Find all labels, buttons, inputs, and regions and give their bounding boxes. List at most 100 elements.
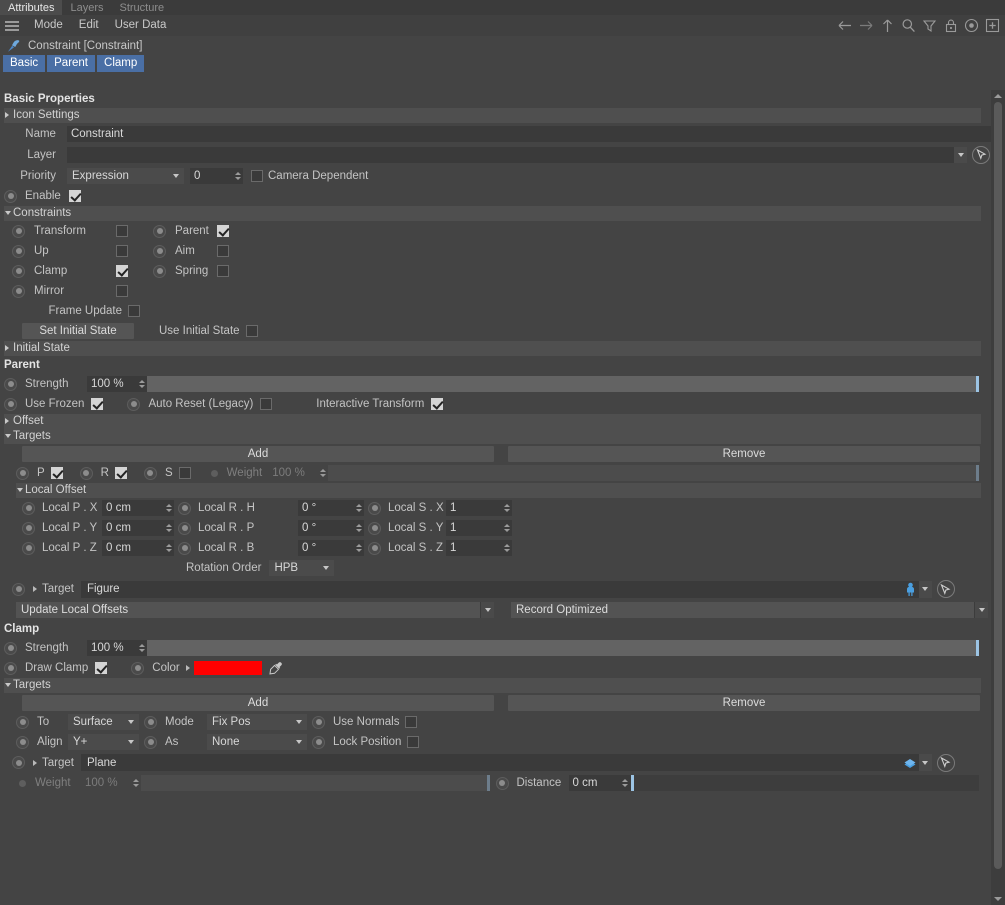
local-sy-input[interactable]: 1 (446, 520, 512, 536)
clamp-distance-slider[interactable] (630, 775, 979, 791)
clamp-as-select[interactable]: None (207, 734, 307, 750)
clamp-distance-input[interactable]: 0 cm (568, 775, 631, 791)
lock-icon[interactable] (942, 17, 959, 34)
update-local-offsets-combo[interactable]: Update Local Offsets (16, 602, 494, 618)
local-pz-spinner[interactable] (163, 540, 174, 556)
use-initial-state-checkbox[interactable] (245, 325, 258, 337)
parent-target-pick-button[interactable] (936, 580, 955, 598)
clamp-distance-spinner[interactable] (620, 775, 631, 791)
local-rb-anim-bullet[interactable] (178, 541, 191, 555)
tab-parent[interactable]: Parent (47, 55, 96, 72)
clamp-weight-anim-bullet[interactable] (18, 779, 27, 788)
constraint-spring-checkbox[interactable] (217, 265, 229, 277)
local-pz-input[interactable]: 0 cm (102, 540, 174, 556)
parent-add-target-button[interactable]: Add (22, 445, 494, 462)
constraint-aim-checkbox[interactable] (217, 245, 229, 257)
group-icon-settings[interactable]: Icon Settings (4, 108, 981, 123)
clamp-as-anim-bullet[interactable] (144, 735, 157, 749)
arrow-left-icon[interactable] (837, 17, 854, 34)
vertical-scrollbar[interactable] (991, 90, 1005, 905)
clamp-target-link-field[interactable]: Plane (80, 754, 932, 771)
group-parent-targets[interactable]: Targets (4, 429, 981, 444)
use-normals-checkbox[interactable] (405, 716, 418, 728)
constraint-clamp-checkbox[interactable] (116, 265, 128, 277)
update-local-offsets-chevron-icon[interactable] (480, 602, 494, 618)
up-anim-bullet[interactable] (12, 244, 25, 258)
menu-item-edit[interactable]: Edit (71, 15, 107, 36)
filter-icon[interactable] (921, 17, 938, 34)
target-icon[interactable] (963, 17, 980, 34)
layer-input[interactable] (67, 146, 954, 163)
clamp-target-pick-button[interactable] (936, 753, 955, 772)
layer-dropdown-chevron-icon[interactable] (954, 146, 967, 163)
clamp-distance-anim-bullet[interactable] (495, 776, 509, 790)
local-px-anim-bullet[interactable] (22, 501, 35, 515)
clamp-anim-bullet[interactable] (12, 264, 25, 278)
scrollbar-track[interactable] (994, 102, 1002, 893)
window-tab-layers[interactable]: Layers (62, 0, 111, 15)
tab-basic[interactable]: Basic (3, 55, 46, 72)
parent-p-checkbox[interactable] (50, 467, 63, 479)
spring-anim-bullet[interactable] (153, 264, 166, 278)
parent-target-link-field[interactable]: Figure (80, 580, 932, 598)
add-box-icon[interactable] (984, 17, 1001, 34)
set-initial-state-button[interactable]: Set Initial State (22, 323, 134, 339)
clamp-target-dropdown-chevron-icon[interactable] (918, 754, 932, 771)
priority-number-input[interactable]: 0 (190, 167, 243, 184)
aim-anim-bullet[interactable] (153, 244, 166, 258)
constraint-mirror-checkbox[interactable] (116, 285, 128, 297)
constraint-up-checkbox[interactable] (116, 245, 128, 257)
local-py-spinner[interactable] (163, 520, 174, 536)
parent-strength-spinner[interactable] (136, 376, 147, 392)
local-sy-anim-bullet[interactable] (368, 521, 381, 535)
parent-target-anim-bullet[interactable] (12, 582, 25, 596)
parent-anim-bullet[interactable] (153, 224, 166, 238)
record-optimized-chevron-icon[interactable] (974, 602, 988, 618)
parent-weight-input[interactable]: 100 % (268, 465, 329, 481)
local-rb-input[interactable]: 0 ° (298, 540, 364, 556)
rotation-order-select[interactable]: HPB (269, 560, 335, 576)
use-normals-anim-bullet[interactable] (312, 715, 325, 729)
parent-target-dropdown-chevron-icon[interactable] (918, 580, 932, 598)
p-anim-bullet[interactable] (16, 466, 29, 480)
r-anim-bullet[interactable] (79, 466, 93, 480)
tab-clamp[interactable]: Clamp (97, 55, 145, 72)
clamp-strength-spinner[interactable] (136, 640, 147, 656)
local-px-input[interactable]: 0 cm (102, 500, 174, 516)
window-tab-attributes[interactable]: Attributes (0, 0, 63, 15)
clamp-weight-input[interactable]: 100 % (81, 775, 141, 791)
priority-number-spinner[interactable] (232, 168, 243, 184)
lock-position-anim-bullet[interactable] (312, 735, 325, 749)
mirror-anim-bullet[interactable] (12, 284, 25, 298)
clamp-weight-spinner[interactable] (130, 775, 141, 791)
layer-pick-button[interactable] (972, 145, 990, 164)
parent-r-checkbox[interactable] (114, 467, 127, 479)
local-rp-spinner[interactable] (353, 520, 364, 536)
clamp-to-select[interactable]: Surface (68, 714, 139, 730)
name-input[interactable]: Constraint (66, 125, 991, 142)
menu-item-user-data[interactable]: User Data (107, 15, 175, 36)
group-initial-state[interactable]: Initial State (4, 341, 981, 356)
clamp-add-target-button[interactable]: Add (22, 694, 494, 711)
clamp-strength-anim-bullet[interactable] (4, 641, 17, 655)
local-px-spinner[interactable] (163, 500, 174, 516)
weight-anim-bullet[interactable] (210, 469, 219, 478)
scroll-up-arrow-icon[interactable] (991, 90, 1005, 102)
local-sy-spinner[interactable] (501, 520, 512, 536)
clamp-mode-select[interactable]: Fix Pos (207, 714, 307, 730)
local-rh-anim-bullet[interactable] (178, 501, 191, 515)
group-local-offset[interactable]: Local Offset (16, 483, 981, 498)
clamp-strength-input[interactable]: 100 % (87, 640, 147, 656)
search-icon[interactable] (900, 17, 917, 34)
lock-position-checkbox[interactable] (407, 736, 420, 748)
local-rh-input[interactable]: 0 ° (298, 500, 364, 516)
clamp-target-anim-bullet[interactable] (12, 756, 25, 769)
use-frozen-anim-bullet[interactable] (4, 397, 17, 411)
local-sz-input[interactable]: 1 (446, 540, 512, 556)
hamburger-menu-icon[interactable] (4, 20, 20, 32)
camera-dependent-checkbox[interactable] (251, 169, 263, 182)
parent-remove-target-button[interactable]: Remove (508, 445, 980, 462)
use-frozen-checkbox[interactable] (91, 398, 104, 410)
local-sx-anim-bullet[interactable] (368, 501, 381, 515)
clamp-align-anim-bullet[interactable] (16, 735, 29, 749)
